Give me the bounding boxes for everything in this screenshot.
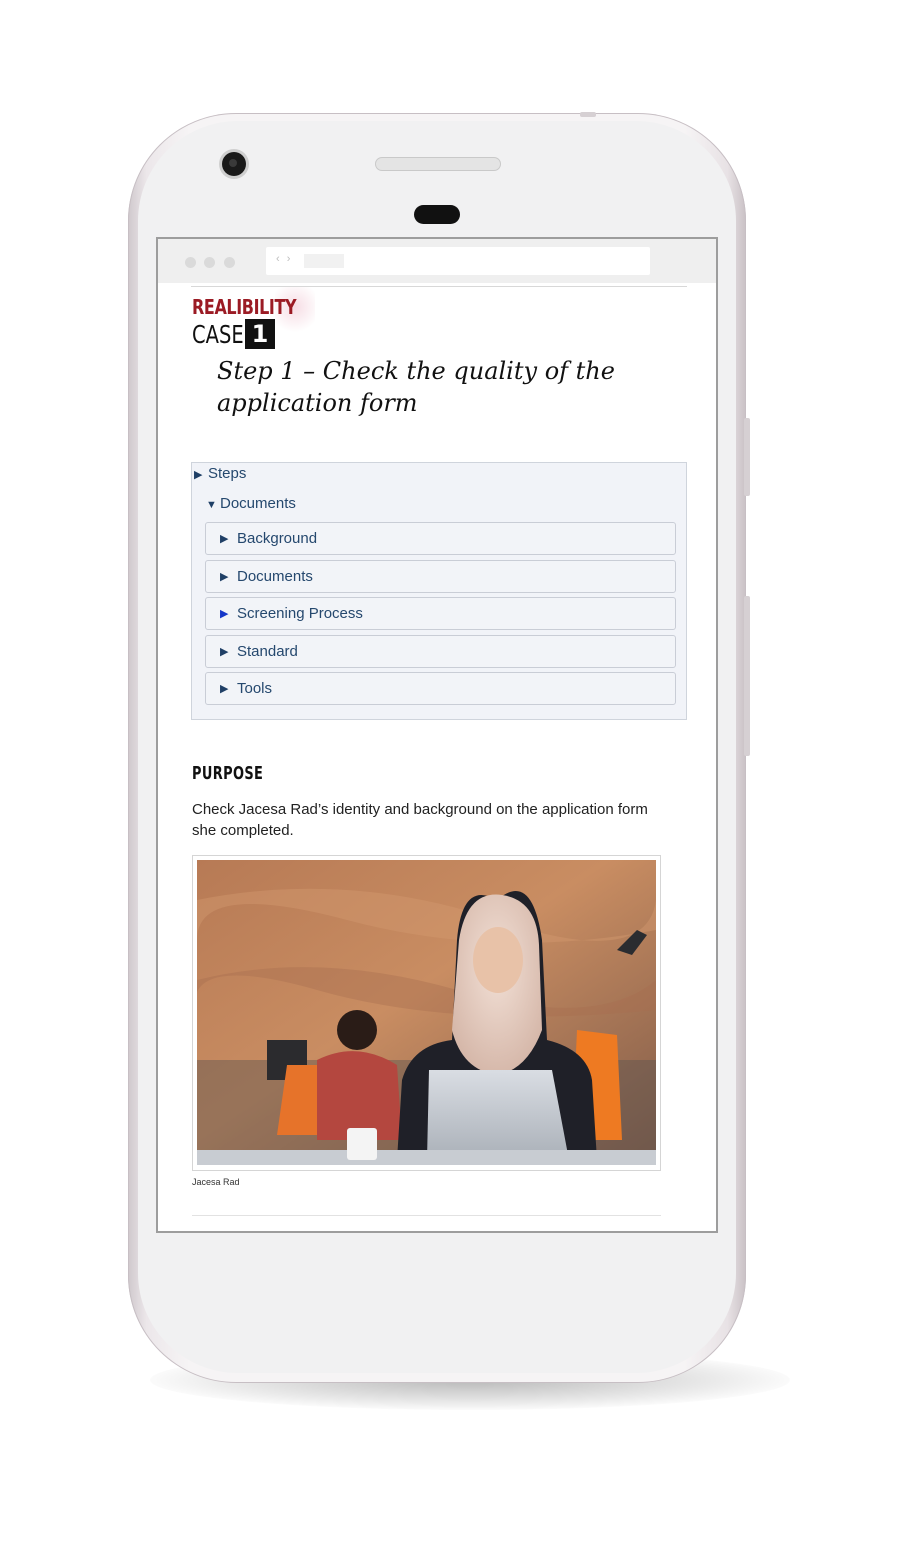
- documents-toggle[interactable]: ▼ Documents: [206, 495, 296, 512]
- documents-label: Documents: [220, 495, 296, 512]
- triangle-right-icon: ▶: [220, 608, 229, 620]
- course-logo: REALIBILITY CASE 1: [191, 287, 321, 353]
- url-placeholder: [304, 254, 344, 268]
- triangle-right-icon: ▶: [194, 469, 203, 481]
- accordion-item-label: Screening Process: [237, 605, 363, 622]
- triangle-right-icon: ▶: [220, 571, 229, 583]
- volume-button: [744, 596, 750, 756]
- triangle-right-icon: ▶: [220, 683, 229, 695]
- accordion-item-label: Background: [237, 530, 318, 547]
- steps-label: Steps: [208, 465, 247, 482]
- window-close-dot[interactable]: [185, 257, 196, 268]
- page-title: Step 1 – Check the quality of the applic…: [217, 357, 615, 417]
- front-camera-icon: [222, 152, 246, 176]
- accordion-item-screening-process[interactable]: ▶ Screening Process: [205, 597, 676, 630]
- accordion-item-label: Tools: [237, 680, 273, 697]
- accordion-item-documents[interactable]: ▶ Documents: [205, 560, 676, 593]
- page-content: REALIBILITY CASE 1 Step 1 – Check the qu…: [191, 286, 687, 1231]
- back-forward-icon[interactable]: ‹ ›: [276, 253, 292, 265]
- triangle-right-icon: ▶: [220, 533, 229, 545]
- section-divider: [192, 1215, 661, 1216]
- accordion-item-label: Standard: [237, 643, 298, 660]
- logo-top-text: REALIBILITY: [192, 295, 297, 319]
- window-maximize-dot[interactable]: [224, 257, 235, 268]
- logo-number: 1: [245, 319, 275, 349]
- window-minimize-dot[interactable]: [204, 257, 215, 268]
- earpiece-speaker: [375, 157, 501, 171]
- purpose-heading: PURPOSE: [192, 763, 264, 784]
- office-photo: [197, 860, 656, 1165]
- device-screen: ‹ › REALIBILITY CASE 1 Step 1 – Check th…: [156, 237, 718, 1233]
- purpose-description: Check Jacesa Rad’s identity and backgrou…: [192, 801, 648, 839]
- power-button: [744, 418, 750, 496]
- accordion-item-tools[interactable]: ▶ Tools: [205, 672, 676, 705]
- accordion-item-background[interactable]: ▶ Background: [205, 522, 676, 555]
- accordion-item-standard[interactable]: ▶ Standard: [205, 635, 676, 668]
- triangle-down-icon: ▼: [206, 499, 217, 511]
- browser-toolbar: ‹ ›: [158, 239, 716, 283]
- top-button: [580, 112, 596, 117]
- proximity-sensor: [414, 205, 460, 224]
- logo-bottom-text: CASE: [192, 320, 244, 349]
- photo-frame: [192, 855, 661, 1171]
- steps-toggle[interactable]: ▶ Steps: [194, 465, 246, 482]
- address-bar[interactable]: ‹ ›: [266, 247, 650, 275]
- photo-caption: Jacesa Rad: [192, 1177, 240, 1187]
- accordion-item-label: Documents: [237, 568, 313, 585]
- triangle-right-icon: ▶: [220, 646, 229, 658]
- photo-illustration: [197, 860, 656, 1165]
- steps-accordion: ▶ Steps ▼ Documents ▶ Background ▶ Documen…: [191, 462, 687, 720]
